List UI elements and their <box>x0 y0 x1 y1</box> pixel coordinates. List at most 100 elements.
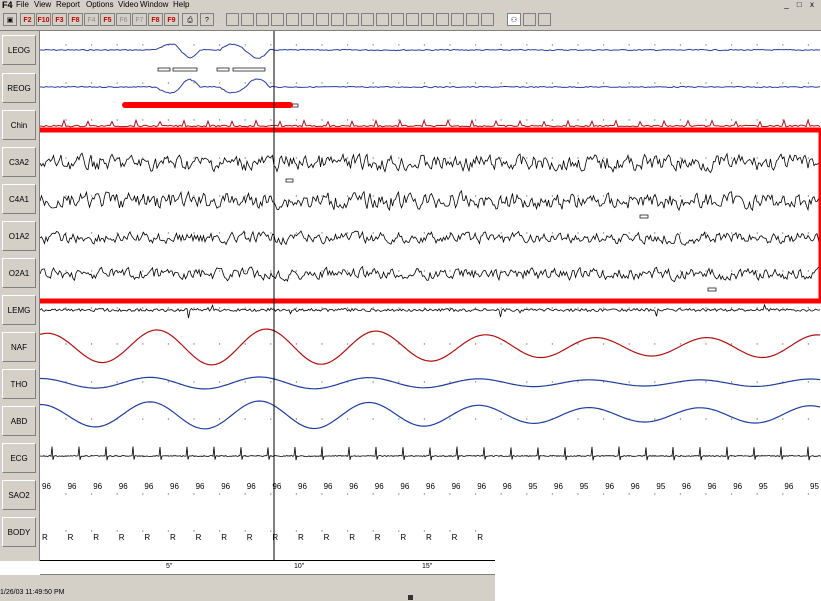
channel-label-lemg[interactable]: LEMG <box>2 295 36 325</box>
sao2-value: 96 <box>554 482 563 491</box>
body-position-value: R <box>298 533 304 542</box>
trace-c4a1 <box>40 189 821 212</box>
sao2-value: 96 <box>452 482 461 491</box>
layout-2-icon[interactable] <box>538 13 551 26</box>
toolbar-slot-17[interactable] <box>466 13 479 26</box>
f6-button[interactable]: F6 <box>116 13 131 26</box>
f3-button[interactable]: F3 <box>52 13 67 26</box>
f8-button[interactable]: F8 <box>68 13 83 26</box>
sao2-value-row: 96 96 96 96 96 96 96 96 96 96 96 96 96 96 96 96 96 96 96 95… <box>42 482 819 491</box>
sao2-value: 95 <box>528 482 537 491</box>
channel-label-body[interactable]: BODY <box>2 517 36 547</box>
sao2-value: 96 <box>93 482 102 491</box>
toolbar-slot-16[interactable] <box>451 13 464 26</box>
help-icon[interactable]: ? <box>200 13 214 26</box>
close-button[interactable]: x <box>810 0 817 9</box>
trace-lemg <box>40 303 821 319</box>
channel-label-sao2[interactable]: SAO2 <box>2 480 36 510</box>
menu-bar: F4 File View Report Options Video Window… <box>0 0 821 10</box>
menu-help[interactable]: Help <box>173 0 189 10</box>
channel-label-naf[interactable]: NAF <box>2 332 36 362</box>
signal-plot-area[interactable]: 96 96 96 96 96 96 96 96 96 96 96 96 96 96 96 96 96 96 96 95… <box>40 31 821 561</box>
toolbar-slot-11[interactable] <box>376 13 389 26</box>
body-position-value: R <box>400 533 406 542</box>
channel-label-abd[interactable]: ABD <box>2 406 36 436</box>
toolbar-slot-9[interactable] <box>346 13 359 26</box>
body-position-value: R <box>272 533 278 542</box>
f7-button[interactable]: F7 <box>132 13 147 26</box>
toolbar-slot-15[interactable] <box>436 13 449 26</box>
channel-label-reog[interactable]: REOG <box>2 73 36 103</box>
body-position-value: R <box>144 533 150 542</box>
trace-reog <box>40 78 821 94</box>
toolbar-slot-8[interactable] <box>331 13 344 26</box>
toolbar-slot-1[interactable] <box>226 13 239 26</box>
sao2-value: 96 <box>631 482 640 491</box>
toolbar-slot-3[interactable] <box>256 13 269 26</box>
app-name: F4 <box>2 0 13 10</box>
toolbar-slot-5[interactable] <box>286 13 299 26</box>
menu-report[interactable]: Report <box>56 0 80 10</box>
body-position-value: R <box>68 533 74 542</box>
channel-label-leog[interactable]: LEOG <box>2 35 36 65</box>
sao2-value: 96 <box>42 482 51 491</box>
empty-region <box>495 510 821 601</box>
f8b-button[interactable]: F8 <box>148 13 163 26</box>
sao2-value: 96 <box>68 482 77 491</box>
f9-button[interactable]: F9 <box>164 13 179 26</box>
channel-label-o2a1[interactable]: O2A1 <box>2 258 36 288</box>
sao2-value: 95 <box>759 482 768 491</box>
sao2-value: 96 <box>247 482 256 491</box>
channel-label-c3a2[interactable]: C3A2 <box>2 147 36 177</box>
maximize-button[interactable]: □ <box>797 0 805 9</box>
menu-options[interactable]: Options <box>86 0 114 10</box>
sao2-value: 96 <box>605 482 614 491</box>
toolbar-slot-10[interactable] <box>361 13 374 26</box>
body-position-row: RRRRRRRRRRRRRRRRRR <box>42 533 483 542</box>
body-position-value: R <box>375 533 381 542</box>
f4-button[interactable]: F4 <box>84 13 99 26</box>
channel-label-tho[interactable]: THO <box>2 369 36 399</box>
sao2-value: 96 <box>503 482 512 491</box>
f10-button[interactable]: F10 <box>36 13 51 26</box>
montage-icon[interactable]: ⚇ <box>507 13 521 26</box>
channel-label-o1a2[interactable]: O1A2 <box>2 221 36 251</box>
toolbar-slot-14[interactable] <box>421 13 434 26</box>
toolbar-slot-6[interactable] <box>301 13 314 26</box>
toolbar-slot-13[interactable] <box>406 13 419 26</box>
channel-label-panel: LEOG REOG Chin C3A2 C4A1 O1A2 O2A1 LEMG … <box>0 31 40 561</box>
time-tick-15s: 15" <box>422 563 433 570</box>
channel-label-ecg[interactable]: ECG <box>2 443 36 473</box>
body-position-value: R <box>247 533 253 542</box>
menu-file[interactable]: File <box>16 0 29 10</box>
channel-label-c4a1[interactable]: C4A1 <box>2 184 36 214</box>
toolbar: ▣ F2 F10 F3 F8 F4 F5 F6 F7 F8 F9 ⎙ ? ⚇ <box>0 10 821 31</box>
f5-button[interactable]: F5 <box>100 13 115 26</box>
grid-dots <box>65 44 810 532</box>
toolbar-slot-7[interactable] <box>316 13 329 26</box>
trace-ecg <box>40 446 821 461</box>
print-icon[interactable]: ⎙ <box>182 13 198 26</box>
sao2-value: 95 <box>580 482 589 491</box>
body-position-value: R <box>170 533 176 542</box>
sao2-value: 96 <box>170 482 179 491</box>
open-file-icon[interactable]: ▣ <box>3 13 17 26</box>
toolbar-slot-12[interactable] <box>391 13 404 26</box>
toolbar-slot-2[interactable] <box>241 13 254 26</box>
sao2-value: 95 <box>656 482 665 491</box>
body-position-value: R <box>426 533 432 542</box>
body-position-value: R <box>119 533 125 542</box>
sao2-value: 96 <box>196 482 205 491</box>
channel-label-chin[interactable]: Chin <box>2 110 36 140</box>
menu-window[interactable]: Window <box>140 0 168 10</box>
toolbar-slot-18[interactable] <box>481 13 494 26</box>
layout-1-icon[interactable] <box>523 13 536 26</box>
minimize-button[interactable]: _ <box>784 0 791 9</box>
menu-view[interactable]: View <box>34 0 51 10</box>
sao2-value: 96 <box>733 482 742 491</box>
sao2-value: 96 <box>324 482 333 491</box>
trace-c3a2 <box>40 152 821 174</box>
menu-video[interactable]: Video <box>118 0 138 10</box>
toolbar-slot-4[interactable] <box>271 13 284 26</box>
f2-button[interactable]: F2 <box>20 13 35 26</box>
